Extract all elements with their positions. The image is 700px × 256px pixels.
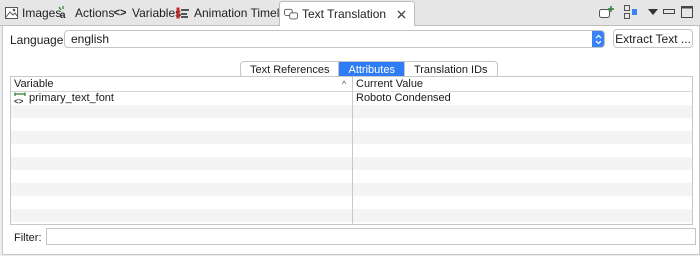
- tab-variables-label: Variables: [132, 6, 182, 20]
- close-icon[interactable]: [394, 7, 408, 21]
- text-translation-icon: [284, 7, 298, 21]
- segment-translation-ids[interactable]: Translation IDs: [405, 62, 497, 77]
- tab-animation-timeline[interactable]: Animation Timeline: [176, 2, 295, 24]
- minimize-icon[interactable]: [660, 4, 678, 20]
- tab-images[interactable]: Images: [4, 2, 61, 24]
- filter-input[interactable]: [46, 228, 696, 245]
- segment-attributes[interactable]: Attributes: [339, 62, 405, 77]
- sort-ascending-icon[interactable]: ^: [342, 79, 346, 89]
- svg-text:a: a: [60, 10, 66, 20]
- current-value-cell: Roboto Condensed: [356, 92, 451, 104]
- text-translation-panel: Language: english Extract Text ... Text …: [2, 26, 700, 255]
- variables-icon: <>: [113, 7, 127, 19]
- animation-timeline-icon: [176, 6, 190, 20]
- layout-icon[interactable]: [622, 4, 640, 20]
- column-header-current-value[interactable]: Current Value: [356, 78, 423, 90]
- extract-text-button[interactable]: Extract Text ...: [613, 29, 693, 48]
- tab-variables[interactable]: <> Variables: [112, 2, 182, 24]
- tab-actions[interactable]: a Actions: [57, 2, 114, 24]
- app-window: Images a Actions <> Variables Animation …: [0, 0, 700, 256]
- segment-text-references[interactable]: Text References: [241, 62, 340, 77]
- column-divider[interactable]: [352, 77, 353, 224]
- column-header-variable[interactable]: Variable: [14, 78, 54, 90]
- chevron-updown-icon[interactable]: [592, 31, 604, 47]
- tab-text-translation-label: Text Translation: [302, 7, 387, 21]
- language-select-value: english: [71, 32, 110, 46]
- images-icon: [4, 6, 18, 20]
- actions-icon: a: [57, 6, 71, 20]
- view-tab-bar: Images a Actions <> Variables Animation …: [0, 0, 700, 26]
- svg-text:<>: <>: [14, 97, 24, 105]
- tab-actions-label: Actions: [75, 6, 115, 20]
- filter-label: Filter:: [14, 232, 42, 244]
- variable-name-cell: primary_text_font: [29, 92, 114, 104]
- tab-text-translation[interactable]: Text Translation: [279, 1, 416, 26]
- tab-images-label: Images: [22, 6, 62, 20]
- maximize-icon[interactable]: [678, 4, 696, 20]
- attributes-table: Variable ^ Current Value <> primary_text…: [10, 76, 693, 225]
- language-select[interactable]: english: [64, 30, 605, 48]
- language-label: Language:: [10, 33, 67, 47]
- add-translation-icon[interactable]: [598, 4, 616, 20]
